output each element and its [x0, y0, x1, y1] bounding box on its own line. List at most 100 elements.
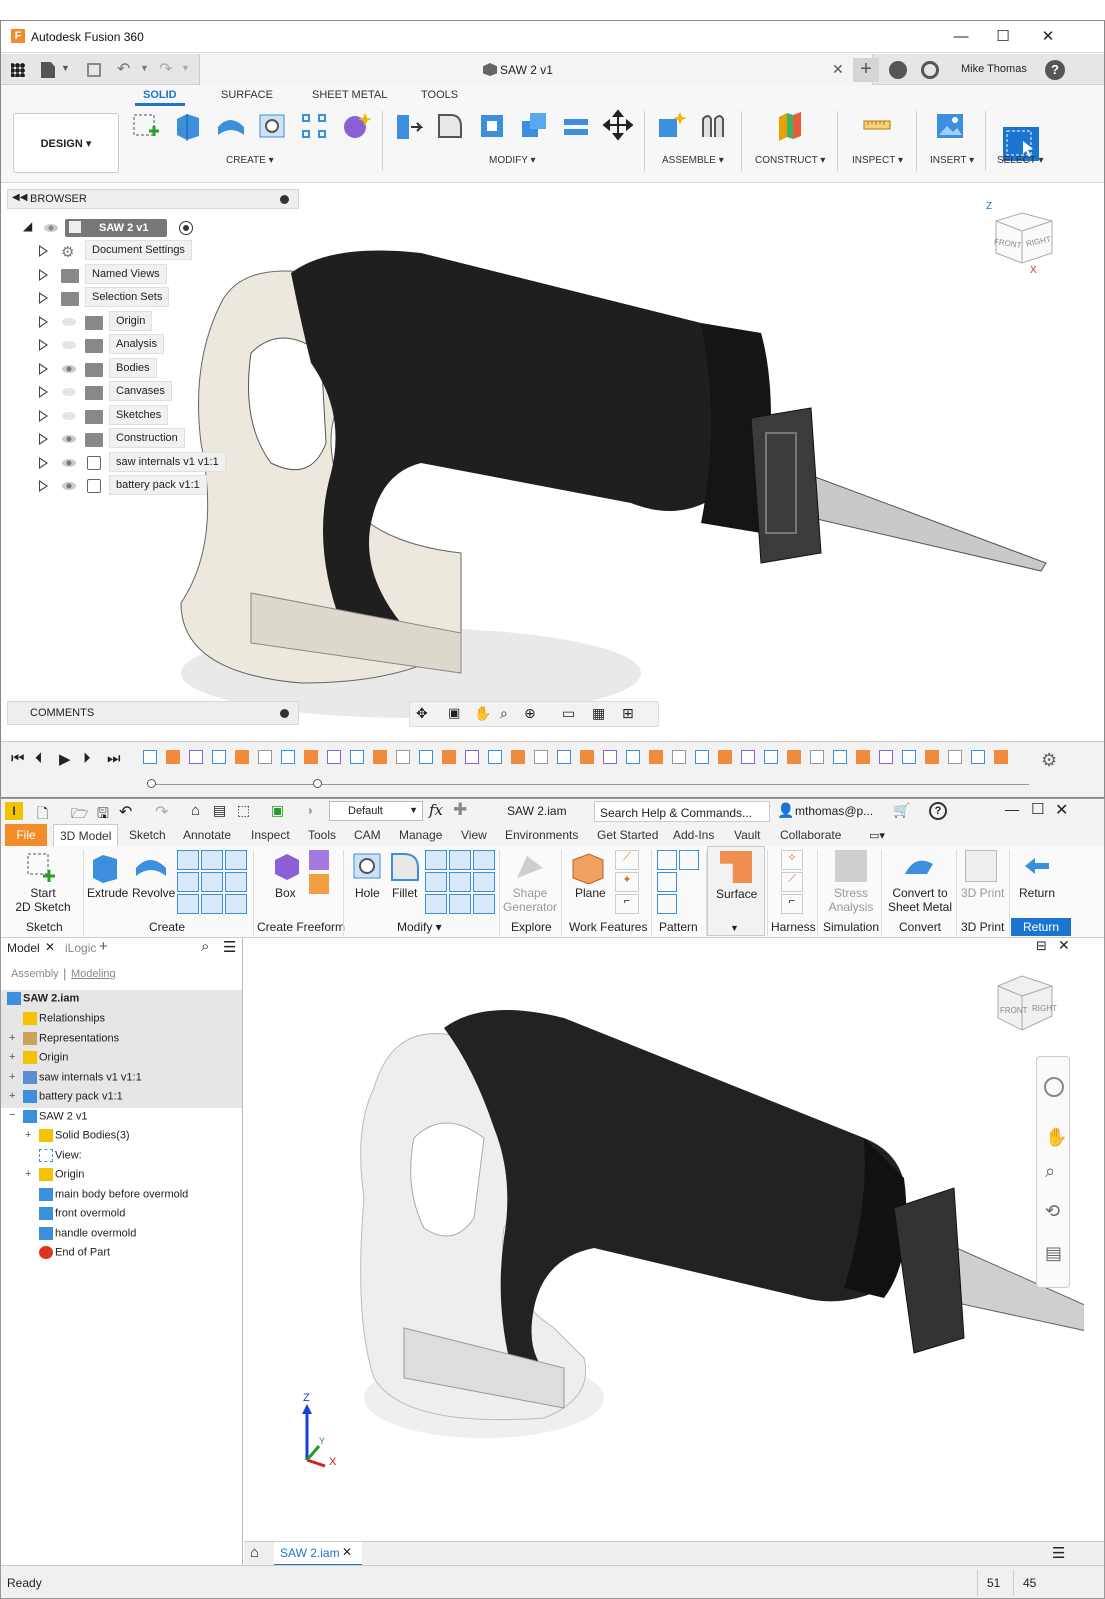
expand-plus-icon[interactable]: + [25, 1168, 31, 1180]
thicken-icon[interactable] [449, 894, 471, 914]
timeline-feature-icon[interactable] [143, 750, 157, 764]
move-icon[interactable] [603, 109, 633, 141]
parameters-fx-icon[interactable]: fx [429, 801, 443, 819]
timeline-feature-icon[interactable] [971, 750, 985, 764]
emboss-icon[interactable] [201, 872, 223, 892]
timeline-feature-icon[interactable] [327, 750, 341, 764]
file-menu-icon[interactable] [41, 62, 55, 78]
timeline-feature-icon[interactable] [350, 750, 364, 764]
revolve-icon[interactable] [134, 850, 168, 884]
pattern-icon[interactable] [299, 109, 329, 141]
start-2d-sketch-button[interactable]: Start 2D Sketch [11, 886, 75, 914]
expand-icon[interactable] [39, 245, 48, 257]
derive-icon[interactable] [225, 872, 247, 892]
harness-ucs-icon[interactable]: ⌐ [781, 894, 803, 914]
modify-group-label[interactable]: Modify ▾ [397, 920, 442, 934]
search-help-input[interactable]: Search Help & Commands... [594, 801, 770, 822]
expand-icon[interactable] [39, 339, 48, 351]
tab-manage[interactable]: Manage [399, 828, 442, 842]
offset-plane-icon[interactable] [775, 109, 805, 141]
timeline-feature-icon[interactable] [856, 750, 870, 764]
tree-item-saw-2-v1[interactable]: SAW 2 v1 [23, 1110, 88, 1128]
visibility-eye-icon[interactable] [43, 221, 59, 235]
activate-radio-icon[interactable] [179, 221, 193, 235]
collapse-minus-icon[interactable]: − [9, 1109, 15, 1121]
maximize-button[interactable]: ☐ [1031, 800, 1044, 818]
viewcube[interactable]: Z FRONT RIGHT X [986, 201, 1066, 281]
import-icon[interactable] [225, 894, 247, 914]
apps-grid-icon[interactable] [11, 63, 25, 77]
timeline-feature-icon[interactable] [212, 750, 226, 764]
last-step-icon[interactable]: ⏭ [107, 750, 121, 767]
update-icon[interactable]: ▣ [271, 802, 284, 819]
timeline-feature-icon[interactable] [902, 750, 916, 764]
tab-add-ins[interactable]: Add-Ins [673, 828, 714, 842]
user-name[interactable]: Mike Thomas [961, 63, 1027, 75]
next-step-icon[interactable]: ⏵ [83, 750, 91, 767]
stress-analysis-icon[interactable] [835, 850, 867, 882]
chamfer-icon[interactable] [425, 850, 447, 870]
grid-icon[interactable]: ▦ [592, 705, 605, 722]
coil-icon[interactable] [177, 872, 199, 892]
spring-icon[interactable] [177, 894, 199, 914]
modeling-view-tab[interactable]: Modeling [71, 968, 116, 980]
freeform-convert-icon[interactable] [309, 874, 329, 894]
tab-collaborate[interactable]: Collaborate [780, 828, 841, 842]
decal-icon[interactable] [201, 894, 223, 914]
hidden-eye-icon[interactable] [61, 315, 77, 329]
create-group-label[interactable]: CREATE ▾ [226, 155, 274, 166]
insert-image-icon[interactable] [935, 109, 965, 141]
freeform-box-icon[interactable] [271, 850, 303, 882]
redo-icon[interactable]: ↷ [155, 802, 168, 822]
3d-print-icon[interactable] [965, 850, 997, 882]
visibility-eye-icon[interactable] [61, 479, 77, 493]
tree-item-front-overmold[interactable]: front overmold [39, 1207, 125, 1225]
harness-point-icon[interactable]: ✧ [781, 850, 803, 870]
tree-item-relationships[interactable]: Relationships [23, 1012, 105, 1030]
extensions-icon[interactable] [889, 61, 907, 79]
help-icon[interactable]: ? [929, 802, 947, 820]
tab-file[interactable]: File [5, 824, 47, 846]
plane-button[interactable]: Plane [575, 886, 606, 900]
shape-generator-icon[interactable] [513, 850, 547, 884]
expand-icon[interactable] [39, 292, 48, 304]
return-icon[interactable] [1021, 850, 1053, 882]
previous-step-icon[interactable]: ⏴ [35, 750, 43, 767]
browser-options-icon[interactable] [280, 195, 289, 204]
create-sketch-icon[interactable] [131, 109, 161, 141]
cart-icon[interactable]: 🛒 [893, 802, 910, 819]
measure-icon[interactable] [862, 109, 892, 141]
orbit-icon[interactable]: ✥ [416, 705, 428, 722]
save-icon[interactable] [87, 63, 101, 77]
timeline-feature-icon[interactable] [442, 750, 456, 764]
viewports-icon[interactable]: ⊞ [622, 705, 634, 722]
search-icon[interactable]: ⌕ [201, 938, 209, 955]
orbit-icon[interactable]: ⟲ [1045, 1201, 1060, 1222]
properties-icon[interactable]: ▤ [213, 802, 226, 819]
fit-icon[interactable]: ⊕ [524, 705, 536, 722]
visibility-eye-icon[interactable] [61, 432, 77, 446]
expand-icon[interactable] [39, 363, 48, 375]
zoom-icon[interactable]: ⌕ [1045, 1161, 1055, 1182]
redo-dropdown-icon[interactable]: ▼ [181, 63, 190, 73]
shape-generator-button[interactable]: Shape Generator [503, 886, 557, 914]
timeline-feature-icon[interactable] [235, 750, 249, 764]
user-icon[interactable]: 👤 [777, 802, 794, 819]
expand-icon[interactable] [39, 410, 48, 422]
inventor-viewport[interactable]: ⊟ ✕ FRONT RIGHT ✋ ⌕ ⟲ ▤ Z X Y [244, 937, 1104, 1541]
convert-to-sheet-metal-button[interactable]: Convert to Sheet Metal [887, 886, 953, 914]
start-2d-sketch-icon[interactable] [25, 850, 57, 884]
display-settings-icon[interactable]: ▭ [562, 705, 575, 722]
shell-icon[interactable] [477, 109, 507, 141]
tab-inspect[interactable]: Inspect [251, 828, 290, 842]
surface-panel[interactable]: Surface ▼ [707, 846, 765, 936]
tab-solid[interactable]: SOLID [135, 89, 185, 106]
select-group-label[interactable]: SELECT ▾ [997, 155, 1044, 166]
close-button[interactable]: ✕ [1038, 27, 1058, 47]
first-step-icon[interactable]: ⏮ [11, 750, 25, 767]
tab-menu-icon[interactable]: ☰ [1052, 1544, 1065, 1562]
home-tab-icon[interactable]: ⌂ [250, 1544, 259, 1561]
timeline-feature-icon[interactable] [764, 750, 778, 764]
saw-model-render[interactable] [344, 998, 1084, 1478]
expand-icon[interactable] [39, 480, 48, 492]
